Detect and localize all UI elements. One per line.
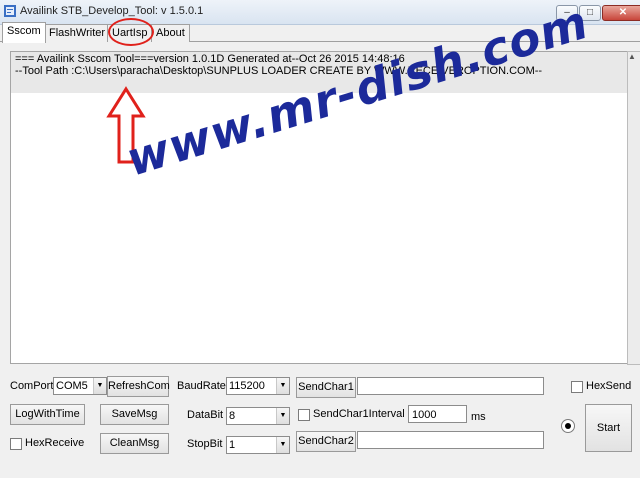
stopbit-label: StopBit	[187, 438, 223, 450]
log-with-time-button[interactable]: LogWithTime	[10, 404, 85, 425]
stopbit-value: 1	[229, 439, 236, 451]
send-char2-input[interactable]	[357, 431, 544, 449]
app-icon	[4, 5, 16, 17]
window-title: Availink STB_Develop_Tool: v 1.5.0.1	[20, 5, 204, 17]
baudrate-label: BaudRate	[177, 380, 226, 392]
databit-label: DataBit	[187, 409, 224, 421]
tab-sscom[interactable]: Sscom	[2, 22, 46, 43]
send-char1-interval-label: SendChar1Interval	[313, 408, 405, 420]
chevron-down-icon: ▼	[276, 437, 289, 453]
highlight-circle	[108, 18, 154, 46]
send-char2-button[interactable]: SendChar2	[296, 431, 356, 452]
comport-select[interactable]: COM5 ▼	[53, 377, 107, 395]
hex-receive-checkbox[interactable]	[10, 438, 22, 450]
scroll-up-icon[interactable]: ▲	[628, 52, 636, 61]
baudrate-value: 115200	[229, 380, 265, 392]
tab-flashwriter[interactable]: FlashWriter	[44, 24, 111, 42]
send-char1-interval-checkbox[interactable]	[298, 409, 310, 421]
comport-label: ComPort	[10, 380, 54, 392]
log-scrollbar[interactable]	[627, 51, 640, 365]
chevron-down-icon: ▼	[93, 378, 106, 394]
close-button[interactable]: ✕	[602, 5, 640, 21]
chevron-down-icon: ▼	[276, 408, 289, 424]
hex-send-label: HexSend	[586, 380, 632, 392]
send-char1-input[interactable]	[357, 377, 544, 395]
log-line: === Availink Sscom Tool===version 1.0.1D…	[15, 53, 405, 65]
clean-msg-button[interactable]: CleanMsg	[100, 433, 169, 454]
interval-input[interactable]: 1000	[408, 405, 467, 423]
log-output-area[interactable]	[10, 93, 629, 364]
chevron-down-icon: ▼	[276, 378, 289, 394]
hex-receive-label: HexReceive	[25, 437, 85, 449]
hex-send-checkbox[interactable]	[571, 381, 583, 393]
save-msg-button[interactable]: SaveMsg	[100, 404, 169, 425]
comport-value: COM5	[56, 380, 88, 392]
radio-dot-icon	[565, 423, 571, 429]
start-button[interactable]: Start	[585, 404, 632, 452]
tab-about[interactable]: About	[151, 24, 190, 42]
baudrate-select[interactable]: 115200 ▼	[226, 377, 290, 395]
stopbit-select[interactable]: 1 ▼	[226, 436, 290, 454]
refresh-com-button[interactable]: RefreshCom	[107, 376, 170, 397]
databit-select[interactable]: 8 ▼	[226, 407, 290, 425]
interval-unit: ms	[471, 411, 486, 423]
databit-value: 8	[229, 410, 236, 422]
send-char1-button[interactable]: SendChar1	[296, 377, 356, 398]
